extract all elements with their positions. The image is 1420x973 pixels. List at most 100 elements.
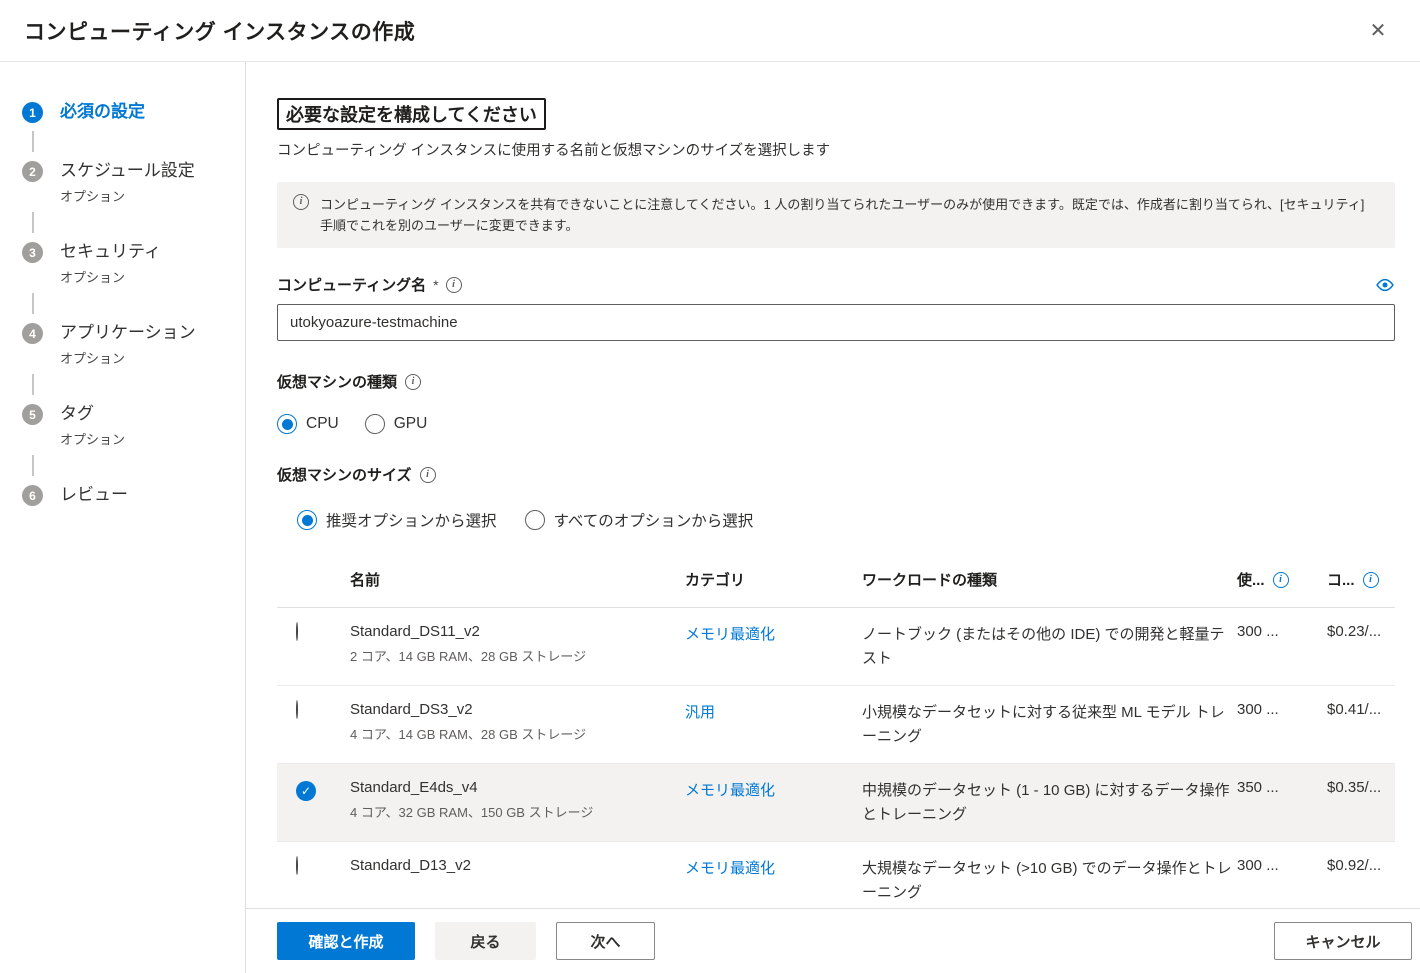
step-optional-label: オプション: [60, 267, 161, 286]
vm-workload: 大規模なデータセット (>10 GB) でのデータ操作とトレーニング: [862, 857, 1237, 905]
wizard-steps-sidebar: 1 必須の設定 2 スケジュール設定 オプション 3 セキュリティ オプション: [0, 62, 246, 973]
step-number-badge: 5: [22, 404, 43, 425]
compute-name-input[interactable]: [277, 304, 1395, 341]
vm-workload: 小規模なデータセットに対する従来型 ML モデル トレーニング: [862, 701, 1237, 749]
dialog-titlebar: コンピューティング インスタンスの作成 ✕: [0, 0, 1420, 62]
radio-label: CPU: [306, 415, 339, 433]
info-banner: i コンピューティング インスタンスを共有できないことに注意してください。1 人…: [277, 182, 1395, 248]
row-radio-unselected[interactable]: [296, 622, 298, 641]
review-and-create-button[interactable]: 確認と作成: [277, 922, 415, 960]
size-recommended-radio[interactable]: 推奨オプションから選択: [297, 509, 497, 531]
next-button[interactable]: 次へ: [556, 922, 655, 960]
step-optional-label: オプション: [60, 348, 196, 367]
column-header-quota: 使...: [1237, 569, 1265, 590]
vm-category-link[interactable]: メモリ最適化: [685, 860, 775, 877]
vm-quota: 300 ...: [1237, 623, 1327, 640]
step-applications[interactable]: 4 アプリケーション オプション: [22, 321, 245, 367]
step-tags[interactable]: 5 タグ オプション: [22, 402, 245, 448]
vm-cost: $0.92/...: [1327, 857, 1405, 874]
step-number-badge: 3: [22, 242, 43, 263]
vm-category-link[interactable]: メモリ最適化: [685, 626, 775, 643]
step-security[interactable]: 3 セキュリティ オプション: [22, 240, 245, 286]
radio-selected-icon: [277, 414, 297, 434]
vm-cost: $0.41/...: [1327, 701, 1405, 718]
radio-unselected-icon: [525, 510, 545, 530]
column-header-category: カテゴリ: [685, 569, 862, 590]
radio-label: すべてのオプションから選択: [554, 509, 754, 531]
back-button[interactable]: 戻る: [435, 922, 536, 960]
vm-size-name: Standard_E4ds_v4: [350, 779, 685, 796]
column-header-name: 名前: [350, 569, 685, 590]
vm-quota: 300 ...: [1237, 857, 1327, 874]
vm-size-spec: 4 コア、14 GB RAM、28 GB ストレージ: [350, 724, 685, 743]
info-icon[interactable]: i: [405, 374, 421, 390]
vm-size-name: Standard_D13_v2: [350, 857, 685, 874]
dialog-footer: 確認と作成 戻る 次へ キャンセル: [246, 908, 1420, 973]
main-content: 必要な設定を構成してください コンピューティング インスタンスに使用する名前と仮…: [246, 62, 1420, 973]
step-number-badge: 2: [22, 161, 43, 182]
compute-name-label: コンピューティング名: [277, 274, 426, 295]
vm-category-link[interactable]: 汎用: [685, 704, 715, 721]
step-connector: [32, 374, 34, 395]
vm-size-name: Standard_DS3_v2: [350, 701, 685, 718]
eye-icon[interactable]: [1375, 277, 1395, 293]
step-connector: [32, 455, 34, 476]
step-connector: [32, 131, 34, 152]
table-row-selected[interactable]: ✓ Standard_E4ds_v4 4 コア、32 GB RAM、150 GB…: [277, 764, 1395, 842]
dialog-title: コンピューティング インスタンスの作成: [24, 16, 415, 46]
vm-quota: 300 ...: [1237, 701, 1327, 718]
vm-quota: 350 ...: [1237, 779, 1327, 796]
vm-size-table: 名前 カテゴリ ワークロードの種類 使... i コ... i: [277, 557, 1395, 920]
row-radio-unselected[interactable]: [296, 856, 298, 875]
vm-workload: ノートブック (またはその他の IDE) での開発と軽量テスト: [862, 623, 1237, 671]
table-header-row: 名前 カテゴリ ワークロードの種類 使... i コ... i: [277, 557, 1395, 608]
vm-cost: $0.23/...: [1327, 623, 1405, 640]
step-required-settings[interactable]: 1 必須の設定: [22, 100, 245, 124]
vm-size-spec: 2 コア、14 GB RAM、28 GB ストレージ: [350, 646, 685, 665]
vm-cost: $0.35/...: [1327, 779, 1405, 796]
step-label: レビュー: [60, 483, 128, 507]
info-icon[interactable]: i: [1273, 572, 1289, 588]
row-radio-unselected[interactable]: [296, 700, 298, 719]
step-review[interactable]: 6 レビュー: [22, 483, 245, 507]
vm-workload: 中規模のデータセット (1 - 10 GB) に対するデータ操作とトレーニング: [862, 779, 1237, 827]
vm-type-cpu-radio[interactable]: CPU: [277, 414, 339, 434]
step-label: タグ: [60, 402, 125, 426]
info-icon[interactable]: i: [420, 467, 436, 483]
cancel-button[interactable]: キャンセル: [1274, 922, 1412, 960]
step-label: セキュリティ: [60, 240, 161, 264]
vm-size-name: Standard_DS11_v2: [350, 623, 685, 640]
table-row[interactable]: Standard_DS11_v2 2 コア、14 GB RAM、28 GB スト…: [277, 608, 1395, 686]
info-banner-text: コンピューティング インスタンスを共有できないことに注意してください。1 人の割…: [320, 194, 1369, 236]
vm-type-label: 仮想マシンの種類: [277, 371, 397, 392]
page-subtitle: コンピューティング インスタンスに使用する名前と仮想マシンのサイズを選択します: [277, 139, 1395, 160]
radio-label: GPU: [394, 415, 428, 433]
step-schedule[interactable]: 2 スケジュール設定 オプション: [22, 159, 245, 205]
row-selected-check-icon[interactable]: ✓: [296, 781, 316, 801]
step-number-badge: 4: [22, 323, 43, 344]
step-label: 必須の設定: [60, 100, 145, 124]
size-all-options-radio[interactable]: すべてのオプションから選択: [525, 509, 754, 531]
step-optional-label: オプション: [60, 429, 125, 448]
vm-type-gpu-radio[interactable]: GPU: [365, 414, 428, 434]
step-label: スケジュール設定: [60, 159, 195, 183]
step-optional-label: オプション: [60, 186, 195, 205]
step-connector: [32, 293, 34, 314]
info-icon[interactable]: i: [446, 277, 462, 293]
page-title: 必要な設定を構成してください: [277, 98, 546, 130]
info-icon: i: [293, 194, 309, 210]
main-pane: 必要な設定を構成してください コンピューティング インスタンスに使用する名前と仮…: [246, 62, 1420, 973]
vm-size-spec: 4 コア、32 GB RAM、150 GB ストレージ: [350, 802, 685, 821]
vm-size-label: 仮想マシンのサイズ: [277, 464, 412, 485]
table-row[interactable]: Standard_DS3_v2 4 コア、14 GB RAM、28 GB ストレ…: [277, 686, 1395, 764]
radio-selected-icon: [297, 510, 317, 530]
vm-category-link[interactable]: メモリ最適化: [685, 782, 775, 799]
required-asterisk: *: [433, 277, 438, 293]
info-icon[interactable]: i: [1363, 572, 1379, 588]
column-header-workload: ワークロードの種類: [862, 569, 1237, 593]
close-icon[interactable]: ✕: [1362, 15, 1394, 47]
radio-unselected-icon: [365, 414, 385, 434]
step-number-badge: 1: [22, 102, 43, 123]
step-label: アプリケーション: [60, 321, 196, 345]
column-header-cost: コ...: [1327, 569, 1355, 590]
